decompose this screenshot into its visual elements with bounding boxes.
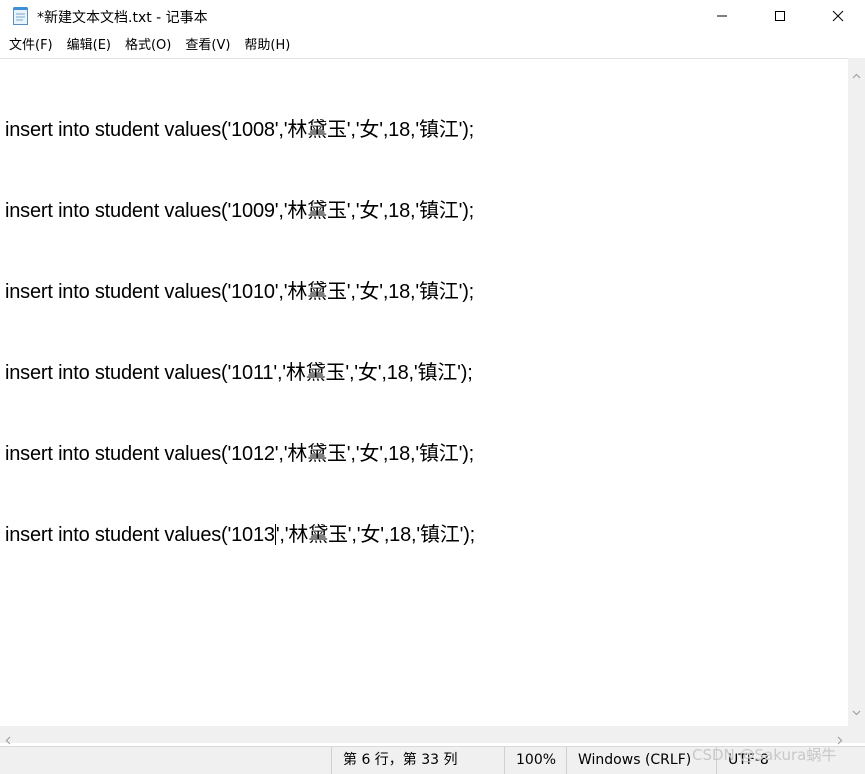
text-line: insert into student values('1012','林黛玉',… [5, 443, 475, 465]
watermark: CSDN @Sakura蜗牛 [692, 746, 837, 764]
text-before-caret: insert into student values('1013 [5, 524, 275, 546]
menu-format[interactable]: 格式(O) [118, 34, 178, 58]
scroll-up-icon[interactable] [852, 64, 861, 83]
menu-help[interactable]: 帮助(H) [237, 34, 297, 58]
title-bar[interactable]: *新建文本文档.txt - 记事本 [0, 0, 865, 32]
scrollbar-corner [848, 726, 865, 743]
menu-edit[interactable]: 编辑(E) [60, 34, 118, 58]
close-icon [832, 7, 844, 26]
vertical-scrollbar[interactable] [848, 58, 865, 726]
text-after-caret: ','林黛玉','女',18,'镇江'); [275, 524, 476, 546]
minimize-icon [716, 7, 728, 26]
maximize-button[interactable] [751, 0, 809, 32]
text-line: insert into student values('1010','林黛玉',… [5, 281, 475, 303]
menu-file[interactable]: 文件(F) [0, 34, 60, 58]
text-line: insert into student values('1009','林黛玉',… [5, 200, 475, 222]
close-button[interactable] [809, 0, 865, 32]
text-line: insert into student values('1008','林黛玉',… [5, 119, 475, 141]
menu-bar: 文件(F) 编辑(E) 格式(O) 查看(V) 帮助(H) [0, 34, 865, 58]
window-title: *新建文本文档.txt - 记事本 [37, 10, 208, 26]
minimize-button[interactable] [693, 0, 751, 32]
scroll-down-icon[interactable] [852, 701, 861, 720]
maximize-icon [774, 7, 786, 26]
zoom-level: 100% [504, 747, 568, 774]
text-editor[interactable]: insert into student values('1008','林黛玉',… [0, 58, 848, 727]
notepad-icon [12, 6, 30, 26]
text-line: insert into student values('1011','林黛玉',… [5, 362, 473, 384]
text-line-current: insert into student values('1013','林黛玉',… [5, 522, 475, 549]
menu-view[interactable]: 查看(V) [178, 34, 237, 58]
editor-content: insert into student values('1008','林黛玉',… [5, 63, 475, 603]
cursor-position: 第 6 行，第 33 列 [331, 747, 505, 774]
horizontal-scrollbar[interactable] [0, 726, 848, 745]
